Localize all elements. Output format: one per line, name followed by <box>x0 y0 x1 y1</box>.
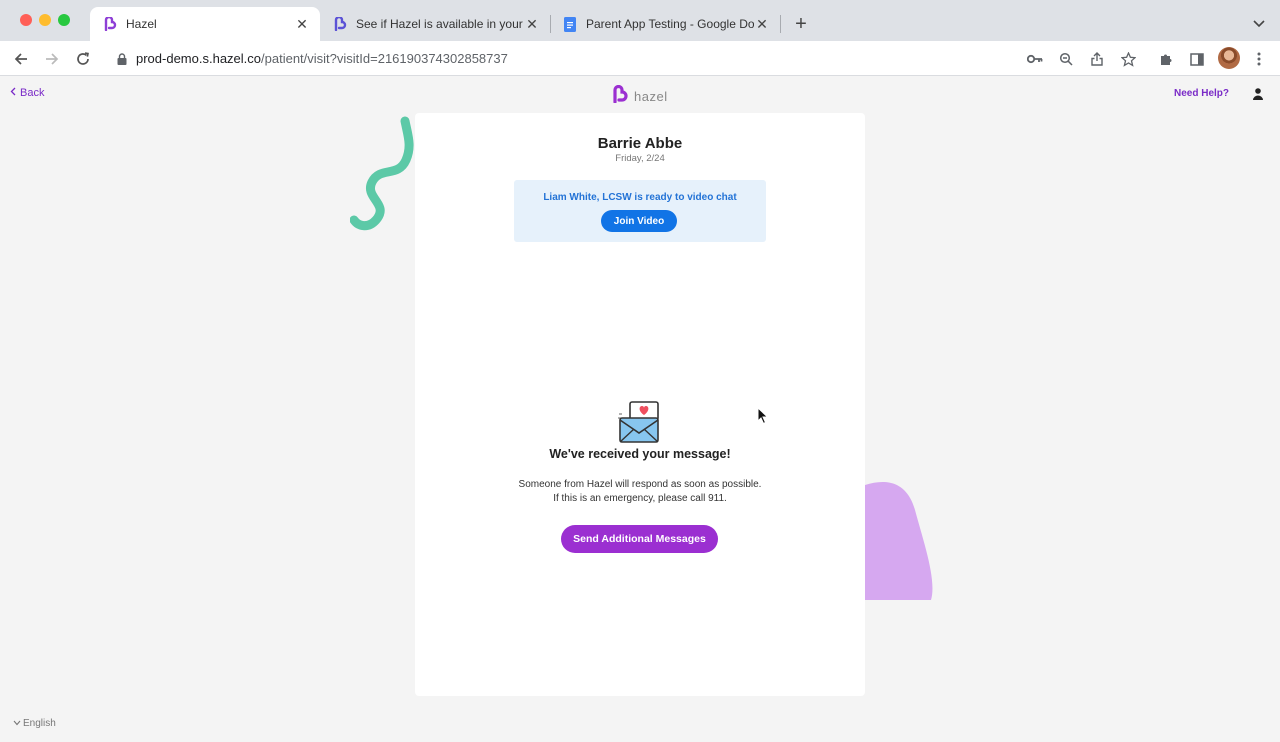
window-close-button[interactable] <box>20 14 32 26</box>
visit-card: Barrie Abbe Friday, 2/24 Liam White, LCS… <box>415 113 865 696</box>
mouse-cursor-icon <box>757 407 769 425</box>
tab-title: Parent App Testing - Google Do <box>586 17 754 31</box>
browser-toolbar: prod-demo.s.hazel.co/patient/visit?visit… <box>0 41 1280 76</box>
language-selector[interactable]: English <box>13 718 56 729</box>
back-link[interactable]: Back <box>10 87 44 99</box>
hazel-logo[interactable]: hazel <box>612 84 668 108</box>
zoom-icon[interactable] <box>1057 50 1075 68</box>
logo-text: hazel <box>634 89 668 104</box>
send-additional-messages-button[interactable]: Send Additional Messages <box>561 525 718 553</box>
back-label: Back <box>20 87 45 99</box>
close-tab-icon[interactable]: ✕ <box>294 16 310 32</box>
decorative-squiggle <box>350 116 414 231</box>
close-tab-icon[interactable]: ✕ <box>754 16 770 32</box>
language-label: English <box>23 718 56 729</box>
page: Back hazel Need Help? Barrie Abbe Friday… <box>0 76 1280 742</box>
need-help-link[interactable]: Need Help? <box>1174 88 1229 99</box>
chevron-left-icon <box>10 87 16 99</box>
confirmation-message: Someone from Hazel will respond as soon … <box>518 479 762 490</box>
bookmark-star-icon[interactable] <box>1119 50 1137 68</box>
video-ready-text: Liam White, LCSW is ready to video chat <box>543 192 737 203</box>
url-host: prod-demo.s.hazel.co <box>136 51 262 66</box>
url-text: prod-demo.s.hazel.co/patient/visit?visit… <box>136 51 508 66</box>
window-zoom-button[interactable] <box>58 14 70 26</box>
key-icon[interactable] <box>1026 50 1044 68</box>
envelope-heart-icon <box>618 401 659 443</box>
share-icon[interactable] <box>1088 50 1106 68</box>
url-path: /patient/visit?visitId=21619037430285873… <box>261 51 508 66</box>
visit-date: Friday, 2/24 <box>615 153 665 164</box>
hazel-favicon-icon <box>332 16 348 32</box>
user-icon[interactable] <box>1251 87 1265 101</box>
confirmation-title: We've received your message! <box>549 447 731 461</box>
video-ready-banner: Liam White, LCSW is ready to video chat … <box>514 180 766 242</box>
back-arrow-icon[interactable] <box>10 48 32 70</box>
forward-arrow-icon[interactable] <box>41 48 63 70</box>
lock-icon[interactable] <box>114 51 130 67</box>
tab-hazel[interactable]: Hazel ✕ <box>90 7 320 41</box>
patient-name: Barrie Abbe <box>597 135 683 152</box>
tab-availability[interactable]: See if Hazel is available in your ✕ <box>320 7 550 41</box>
hazel-favicon-icon <box>102 16 118 32</box>
join-video-button[interactable]: Join Video <box>601 210 677 232</box>
reload-icon[interactable] <box>72 48 94 70</box>
hazel-logo-icon <box>612 84 628 108</box>
new-tab-button[interactable]: + <box>791 13 811 35</box>
side-panel-icon[interactable] <box>1188 50 1206 68</box>
extensions-puzzle-icon[interactable] <box>1157 50 1175 68</box>
tab-search-chevron-icon[interactable] <box>1250 15 1268 33</box>
close-tab-icon[interactable]: ✕ <box>524 16 540 32</box>
tab-title: See if Hazel is available in your <box>356 17 523 31</box>
browser-tab-bar: Hazel ✕ See if Hazel is available in you… <box>0 0 1280 41</box>
tab-title: Hazel <box>126 17 157 31</box>
window-minimize-button[interactable] <box>39 14 51 26</box>
emergency-note: If this is an emergency, please call 911… <box>553 493 727 504</box>
tab-google-doc[interactable]: Parent App Testing - Google Do ✕ <box>550 7 780 41</box>
google-docs-icon <box>562 16 578 32</box>
tab-separator <box>780 15 781 33</box>
address-bar[interactable]: prod-demo.s.hazel.co/patient/visit?visit… <box>104 45 1148 72</box>
chevron-down-icon <box>13 718 21 729</box>
browser-menu-icon[interactable] <box>1250 50 1268 68</box>
profile-avatar-icon[interactable] <box>1218 47 1240 69</box>
